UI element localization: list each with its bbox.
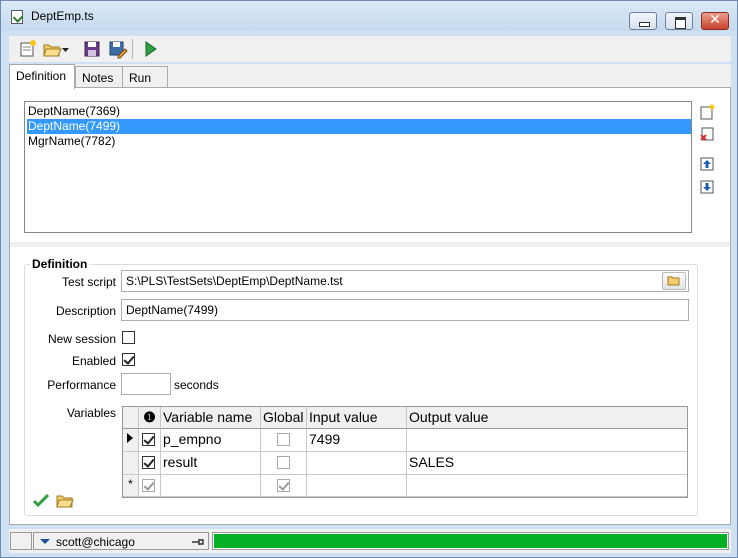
- new-row-name-cell[interactable]: [161, 475, 261, 497]
- test-list-item[interactable]: MgrName(7782): [27, 134, 691, 149]
- splitter[interactable]: [10, 242, 730, 247]
- grid-header-corner: [123, 407, 139, 429]
- close-button[interactable]: ✕: [701, 12, 729, 30]
- pin-icon[interactable]: [191, 537, 205, 547]
- tab-definition[interactable]: Definition: [9, 64, 75, 89]
- grid-header-global[interactable]: Global: [261, 407, 307, 429]
- row-checkbox[interactable]: [142, 456, 155, 469]
- toolbar: [9, 36, 731, 62]
- description-label: Description: [55, 304, 116, 318]
- close-icon: ✕: [709, 12, 721, 28]
- grid-header-variable-name[interactable]: Variable name: [161, 407, 261, 429]
- open-folder-icon[interactable]: [56, 493, 74, 509]
- new-row-check-cell[interactable]: [139, 475, 161, 497]
- connection-selector[interactable]: scott@chicago: [33, 532, 209, 550]
- enabled-label: Enabled: [71, 354, 116, 368]
- connection-label: scott@chicago: [56, 535, 135, 549]
- definition-panel: DeptName(7369) DeptName(7499) MgrName(77…: [9, 87, 731, 525]
- output-value-cell[interactable]: SALES: [407, 452, 687, 475]
- new-row-checkbox[interactable]: [142, 479, 155, 492]
- tab-strip: Definition Notes Run: [9, 64, 731, 89]
- definition-group-title: Definition: [30, 257, 90, 271]
- status-bar: scott@chicago: [9, 529, 731, 553]
- row-indicator: [123, 452, 139, 475]
- global-checkbox[interactable]: [277, 456, 290, 469]
- enabled-checkbox[interactable]: [122, 353, 135, 366]
- new-row-indicator: *: [123, 475, 139, 497]
- performance-label: Performance: [47, 378, 116, 392]
- output-value-cell[interactable]: [407, 429, 687, 452]
- variable-name-cell[interactable]: result: [161, 452, 261, 475]
- new-row-output-cell[interactable]: [407, 475, 687, 497]
- new-row-global-checkbox[interactable]: [277, 479, 290, 492]
- toolbar-separator: [132, 39, 133, 59]
- chevron-down-icon: [40, 539, 50, 544]
- folder-icon: [667, 276, 680, 286]
- test-list-item[interactable]: DeptName(7369): [27, 104, 691, 119]
- save-icon[interactable]: [81, 38, 103, 60]
- new-row-input-cell[interactable]: [307, 475, 407, 497]
- test-set-window: DeptEmp.ts ✕ Definition Notes Run DeptNa…: [0, 0, 738, 558]
- row-check-cell[interactable]: [139, 429, 161, 452]
- move-up-icon[interactable]: [699, 156, 715, 172]
- global-cell[interactable]: [261, 429, 307, 452]
- test-list-item-selected[interactable]: DeptName(7499): [27, 119, 691, 134]
- window-title: DeptEmp.ts: [31, 9, 94, 23]
- maximize-button[interactable]: [665, 12, 693, 30]
- performance-field[interactable]: [121, 373, 171, 395]
- row-check-cell[interactable]: [139, 452, 161, 475]
- global-cell[interactable]: [261, 452, 307, 475]
- row-checkbox[interactable]: [142, 433, 155, 446]
- grid-header-output-value[interactable]: Output value: [407, 407, 687, 429]
- progress-fill: [214, 534, 727, 548]
- status-panel: [10, 532, 32, 550]
- tab-run[interactable]: Run: [122, 66, 168, 88]
- move-down-icon[interactable]: [699, 179, 715, 195]
- minimize-button[interactable]: [629, 12, 657, 30]
- tab-notes[interactable]: Notes: [75, 66, 123, 88]
- open-dropdown-icon[interactable]: [59, 38, 73, 60]
- progress-bar: [212, 532, 729, 550]
- new-session-checkbox[interactable]: [122, 331, 135, 344]
- input-value-cell[interactable]: 7499: [307, 429, 407, 452]
- global-checkbox[interactable]: [277, 433, 290, 446]
- variables-grid[interactable]: ❶ Variable name Global Input value Outpu…: [122, 406, 688, 498]
- test-script-label: Test script: [61, 275, 116, 289]
- description-field[interactable]: DeptName(7499): [121, 299, 689, 321]
- add-test-icon[interactable]: [699, 104, 715, 120]
- current-row-icon: [127, 433, 133, 443]
- check-icon[interactable]: [32, 493, 50, 509]
- test-set-icon: [11, 10, 23, 24]
- variables-label: Variables: [66, 406, 116, 420]
- row-indicator-current: [123, 429, 139, 452]
- grid-header-alert-icon: ❶: [139, 407, 161, 429]
- test-script-field[interactable]: S:\PLS\TestSets\DeptEmp\DeptName.tst: [121, 270, 689, 292]
- new-session-label: New session: [47, 332, 116, 346]
- variable-name-cell[interactable]: p_empno: [161, 429, 261, 452]
- delete-test-icon[interactable]: [699, 126, 715, 142]
- browse-button[interactable]: [662, 272, 686, 290]
- new-row-global-cell[interactable]: [261, 475, 307, 497]
- title-bar: DeptEmp.ts ✕: [1, 1, 737, 31]
- input-value-cell[interactable]: [307, 452, 407, 475]
- performance-unit: seconds: [174, 378, 219, 392]
- run-icon[interactable]: [139, 38, 161, 60]
- new-icon[interactable]: [17, 38, 39, 60]
- grid-header-input-value[interactable]: Input value: [307, 407, 407, 429]
- test-list[interactable]: DeptName(7369) DeptName(7499) MgrName(77…: [24, 101, 692, 233]
- save-as-icon[interactable]: [106, 38, 128, 60]
